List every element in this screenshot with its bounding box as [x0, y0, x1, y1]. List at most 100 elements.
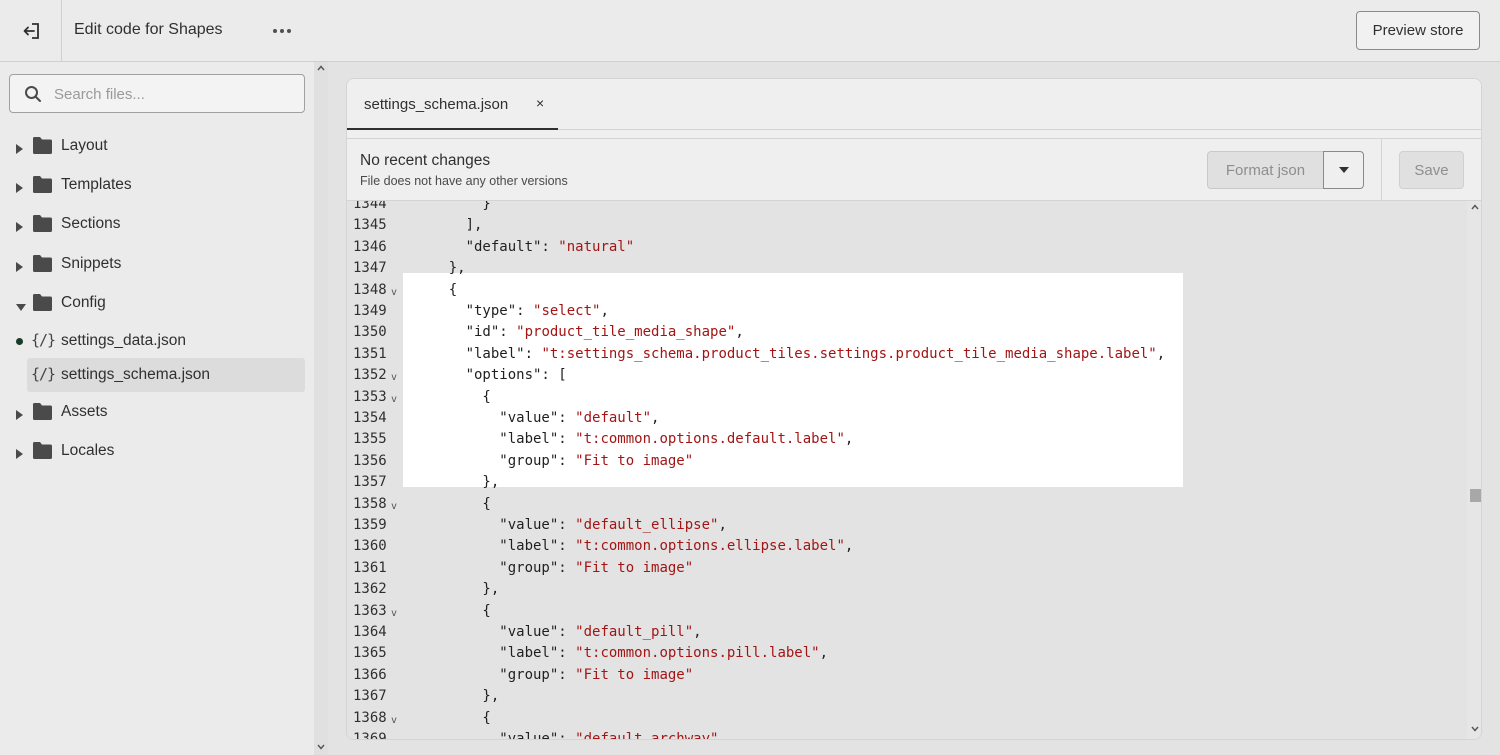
- folder-icon: [32, 214, 53, 238]
- string-token: "t:common.options.pill.label": [575, 645, 820, 662]
- code-line[interactable]: 1363 v {: [347, 601, 1467, 622]
- status-title: No recent changes: [360, 152, 491, 169]
- code-line[interactable]: 1348 v {: [347, 280, 1467, 301]
- string-token: "t:common.options.ellipse.label": [575, 538, 845, 555]
- preview-store-button[interactable]: Preview store: [1356, 11, 1480, 50]
- folder-locales[interactable]: Locales: [0, 435, 314, 467]
- code-token: "value":: [415, 624, 576, 640]
- code-token: {: [415, 388, 491, 405]
- exit-button[interactable]: [0, 0, 62, 62]
- code-text: }: [415, 201, 491, 215]
- caret-right-icon: [16, 180, 23, 198]
- string-token: "Fit to image": [575, 559, 694, 576]
- more-actions-button[interactable]: [268, 18, 296, 44]
- top-bar: Edit code for Shapes Preview store: [0, 0, 1500, 62]
- tab-settings-schema[interactable]: settings_schema.json ×: [347, 79, 558, 130]
- line-number: 1365: [353, 645, 387, 662]
- code-line[interactable]: 1365 "label": "t:common.options.pill.lab…: [347, 643, 1467, 664]
- scroll-up-icon[interactable]: [317, 65, 325, 71]
- code-token: }: [415, 201, 491, 212]
- code-token: ],: [415, 217, 483, 234]
- folder-label: Templates: [61, 176, 132, 193]
- folder-templates[interactable]: Templates: [0, 169, 314, 201]
- folder-layout[interactable]: Layout: [0, 130, 314, 162]
- folder-sections[interactable]: Sections: [0, 208, 314, 240]
- code-line[interactable]: 1359 "value": "default_ellipse",: [347, 515, 1467, 536]
- line-number: 1345: [353, 217, 387, 234]
- line-number: 1354: [353, 410, 387, 426]
- fold-toggle-icon[interactable]: v: [391, 367, 397, 388]
- code-line[interactable]: 1345 ],: [347, 215, 1467, 236]
- code-line[interactable]: 1367 },: [347, 686, 1467, 707]
- code-token: "label":: [415, 645, 576, 662]
- fold-toggle-icon[interactable]: v: [391, 496, 397, 517]
- line-number: 1358: [353, 495, 387, 512]
- code-line[interactable]: 1355 "label": "t:common.options.default.…: [347, 429, 1467, 450]
- line-number: 1364: [353, 624, 387, 640]
- code-line[interactable]: 1361 "group": "Fit to image": [347, 558, 1467, 579]
- code-line[interactable]: 1349 "type": "select",: [347, 301, 1467, 322]
- save-button[interactable]: Save: [1399, 151, 1464, 189]
- caret-right-icon: [16, 219, 23, 237]
- code-line[interactable]: 1364 "value": "default_pill",: [347, 622, 1467, 643]
- fold-toggle-icon[interactable]: v: [391, 282, 397, 303]
- code-line[interactable]: 1344 }: [347, 201, 1467, 215]
- code-token: {: [415, 709, 491, 726]
- folder-config[interactable]: Config: [0, 287, 314, 319]
- line-number: 1360: [353, 538, 387, 555]
- folder-snippets[interactable]: Snippets: [0, 248, 314, 280]
- code-line[interactable]: 1368 v {: [347, 708, 1467, 729]
- close-tab-icon[interactable]: ×: [536, 95, 544, 111]
- code-line[interactable]: 1351 "label": "t:settings_schema.product…: [347, 344, 1467, 365]
- scroll-down-icon[interactable]: [317, 744, 325, 750]
- line-number: 1369: [353, 731, 387, 740]
- file-item[interactable]: {/} settings_schema.json: [27, 358, 305, 392]
- string-token: "select": [533, 303, 601, 319]
- search-box[interactable]: [9, 74, 305, 113]
- code-line[interactable]: 1350 "id": "product_tile_media_shape",: [347, 322, 1467, 343]
- tab-bar: settings_schema.json ×: [347, 79, 1481, 130]
- code-line[interactable]: 1362 },: [347, 579, 1467, 600]
- code-line[interactable]: 1358 v {: [347, 494, 1467, 515]
- code-line[interactable]: 1353 v {: [347, 387, 1467, 408]
- code-line[interactable]: 1346 "default": "natural": [347, 237, 1467, 258]
- scroll-down-icon[interactable]: [1471, 726, 1479, 732]
- code-text: {: [415, 494, 491, 515]
- code-token: },: [415, 581, 500, 598]
- format-json-button[interactable]: Format json: [1207, 151, 1324, 189]
- caret-right-icon: [16, 259, 23, 277]
- code-token: },: [415, 688, 500, 705]
- code-token: {: [415, 495, 491, 512]
- search-input[interactable]: [54, 83, 294, 105]
- code-text: "options": [: [415, 365, 567, 386]
- code-line[interactable]: 1366 "group": "Fit to image": [347, 665, 1467, 686]
- code-line[interactable]: 1369 "value": "default_archway",: [347, 729, 1467, 740]
- code-text: },: [415, 258, 466, 279]
- code-editor[interactable]: 1344 } 1345 ], 1346 "default": "natural" 13…: [347, 201, 1481, 740]
- code-line[interactable]: 1356 "group": "Fit to image": [347, 451, 1467, 472]
- fold-toggle-icon[interactable]: v: [391, 710, 397, 731]
- code-line[interactable]: 1357 },: [347, 472, 1467, 493]
- code-text: {: [415, 708, 491, 729]
- string-token: "default_ellipse": [575, 517, 719, 533]
- scrollbar-thumb[interactable]: [1470, 489, 1481, 502]
- file-item[interactable]: {/} settings_data.json: [0, 324, 305, 358]
- sidebar-scrollbar[interactable]: [314, 62, 328, 755]
- line-number: 1348: [353, 281, 387, 298]
- string-token: "t:settings_schema.product_tiles.setting…: [541, 345, 1157, 362]
- code-line[interactable]: 1360 "label": "t:common.options.ellipse.…: [347, 536, 1467, 557]
- fold-toggle-icon[interactable]: v: [391, 603, 397, 624]
- folder-assets[interactable]: Assets: [0, 396, 314, 428]
- code-line[interactable]: 1347 },: [347, 258, 1467, 279]
- fold-toggle-icon[interactable]: v: [391, 389, 397, 410]
- page-title: Edit code for Shapes: [74, 21, 223, 38]
- code-text: "group": "Fit to image": [415, 451, 693, 472]
- scroll-up-icon[interactable]: [1471, 204, 1479, 210]
- line-number: 1361: [353, 559, 387, 576]
- code-token: {: [415, 281, 458, 298]
- code-scrollbar[interactable]: [1467, 201, 1481, 739]
- string-token: "natural": [558, 238, 635, 255]
- format-options-dropdown[interactable]: [1323, 151, 1364, 189]
- code-line[interactable]: 1352 v "options": [: [347, 365, 1467, 386]
- code-line[interactable]: 1354 "value": "default",: [347, 408, 1467, 429]
